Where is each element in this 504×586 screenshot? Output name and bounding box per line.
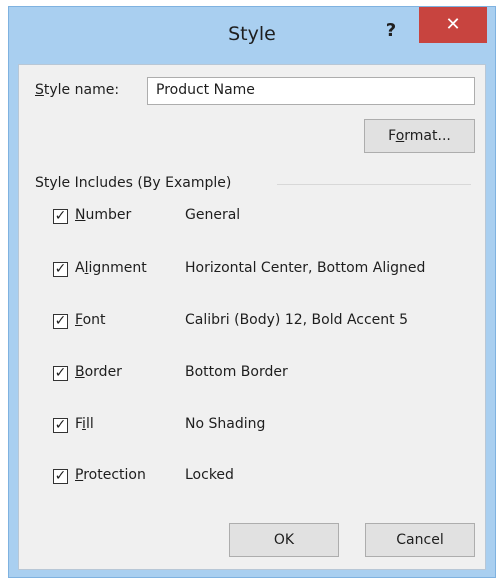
- cancel-button[interactable]: Cancel: [365, 523, 475, 557]
- font-checkbox[interactable]: ✓: [53, 314, 68, 329]
- style-dialog: Style ? ✕ Style name: Product Name Forma…: [8, 6, 496, 578]
- fill-value: No Shading: [185, 416, 266, 432]
- dialog-body: Style name: Product Name Format... Style…: [18, 64, 486, 570]
- number-checkbox[interactable]: ✓: [53, 209, 68, 224]
- fill-checkbox[interactable]: ✓: [53, 418, 68, 433]
- style-includes-label: Style Includes (By Example): [35, 175, 232, 191]
- alignment-value: Horizontal Center, Bottom Aligned: [185, 260, 426, 276]
- border-checkbox[interactable]: ✓: [53, 366, 68, 381]
- alignment-checkbox[interactable]: ✓: [53, 262, 68, 277]
- help-button[interactable]: ?: [379, 19, 403, 43]
- font-value: Calibri (Body) 12, Bold Accent 5: [185, 312, 409, 328]
- format-button[interactable]: Format...: [364, 119, 475, 153]
- alignment-label[interactable]: Alignment: [75, 260, 147, 276]
- protection-label[interactable]: Protection: [75, 467, 146, 483]
- border-label[interactable]: Border: [75, 364, 122, 380]
- number-label[interactable]: Number: [75, 207, 131, 223]
- style-name-input[interactable]: Product Name: [147, 77, 475, 105]
- border-value: Bottom Border: [185, 364, 288, 380]
- close-button[interactable]: ✕: [419, 7, 487, 43]
- fill-label[interactable]: Fill: [75, 416, 94, 432]
- group-divider: [277, 184, 471, 185]
- style-name-label: Style name:: [35, 82, 120, 98]
- protection-value: Locked: [185, 467, 234, 483]
- ok-button[interactable]: OK: [229, 523, 339, 557]
- title-bar[interactable]: Style ? ✕: [9, 7, 495, 65]
- protection-checkbox[interactable]: ✓: [53, 469, 68, 484]
- number-value: General: [185, 207, 241, 223]
- font-label[interactable]: Font: [75, 312, 106, 328]
- close-icon: ✕: [445, 14, 461, 35]
